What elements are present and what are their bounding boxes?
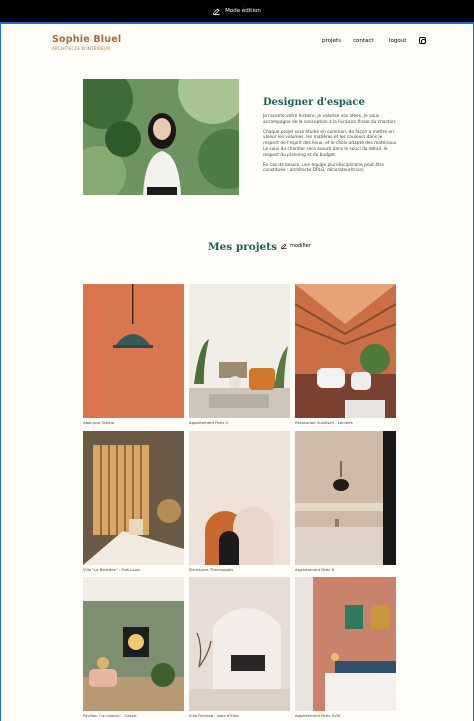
projects-title: Mes projets <box>208 241 277 253</box>
project-image <box>189 431 290 565</box>
project-caption: Abat-jour Tahina <box>83 420 114 425</box>
edit-mode-banner[interactable]: Mode édition <box>0 0 474 22</box>
project-image <box>83 284 184 418</box>
intro-text: Je raconte votre histoire, je valorise v… <box>263 114 398 178</box>
project-caption: Villa "La Balisière" - Port-Louis <box>83 567 141 572</box>
intro-paragraph: Chaque projet sera étudié en commun, de … <box>263 129 398 158</box>
project-image <box>295 577 396 711</box>
project-caption: Appartement Paris V <box>189 420 229 425</box>
project-card[interactable]: Appartement Paris X <box>295 431 396 572</box>
instagram-icon[interactable] <box>419 37 426 44</box>
nav-logout[interactable]: logout <box>389 38 406 44</box>
project-caption: Appartement Paris X <box>295 567 335 572</box>
project-image <box>295 431 396 565</box>
project-image <box>295 284 396 418</box>
project-caption: Structures Thermopolis <box>189 567 234 572</box>
brand-title: Sophie Bluel <box>52 34 122 45</box>
project-card[interactable]: Abat-jour Tahina <box>83 284 184 425</box>
project-image <box>189 577 290 711</box>
project-card[interactable]: Pavillon "Le coteau" - Cassis <box>83 577 184 718</box>
edit-icon <box>281 243 287 249</box>
brand-subtitle: ARCHITECTE D'INTÉRIEUR <box>52 46 111 51</box>
project-image <box>83 577 184 711</box>
modify-label: modifier <box>290 243 311 249</box>
project-caption: Restaurant Sushisen - Londres <box>295 420 353 425</box>
architect-portrait <box>83 79 239 195</box>
project-card[interactable]: Restaurant Sushisen - Londres <box>295 284 396 425</box>
project-caption: Villa Ferneze - Isola d'Elba <box>189 713 239 718</box>
project-card[interactable]: Appartement Paris XVIII <box>295 577 396 718</box>
edit-icon <box>213 8 220 15</box>
intro-paragraph: En cas de besoin, une équipe pluridiscip… <box>263 162 384 174</box>
project-card[interactable]: Appartement Paris V <box>189 284 290 425</box>
project-image <box>83 431 184 565</box>
project-caption: Pavillon "Le coteau" - Cassis <box>83 713 137 718</box>
project-image <box>189 284 290 418</box>
selection-frame-left <box>0 22 1 721</box>
project-card[interactable]: Structures Thermopolis <box>189 431 290 572</box>
nav-contact[interactable]: contact <box>353 38 374 44</box>
nav-projets[interactable]: projets <box>322 38 341 44</box>
project-card[interactable]: Villa Ferneze - Isola d'Elba <box>189 577 290 718</box>
intro-title: Designer d'espace <box>263 97 365 108</box>
modify-button[interactable]: modifier <box>281 243 311 249</box>
project-card[interactable]: Villa "La Balisière" - Port-Louis <box>83 431 184 572</box>
intro-paragraph: Je raconte votre histoire, je valorise v… <box>263 114 397 125</box>
edit-mode-label: Mode édition <box>225 8 261 14</box>
brand-logo[interactable]: Sophie Bluel ARCHITECTE D'INTÉRIEUR <box>52 34 121 51</box>
project-caption: Appartement Paris XVIII <box>295 713 341 718</box>
selection-frame-top <box>0 22 474 24</box>
